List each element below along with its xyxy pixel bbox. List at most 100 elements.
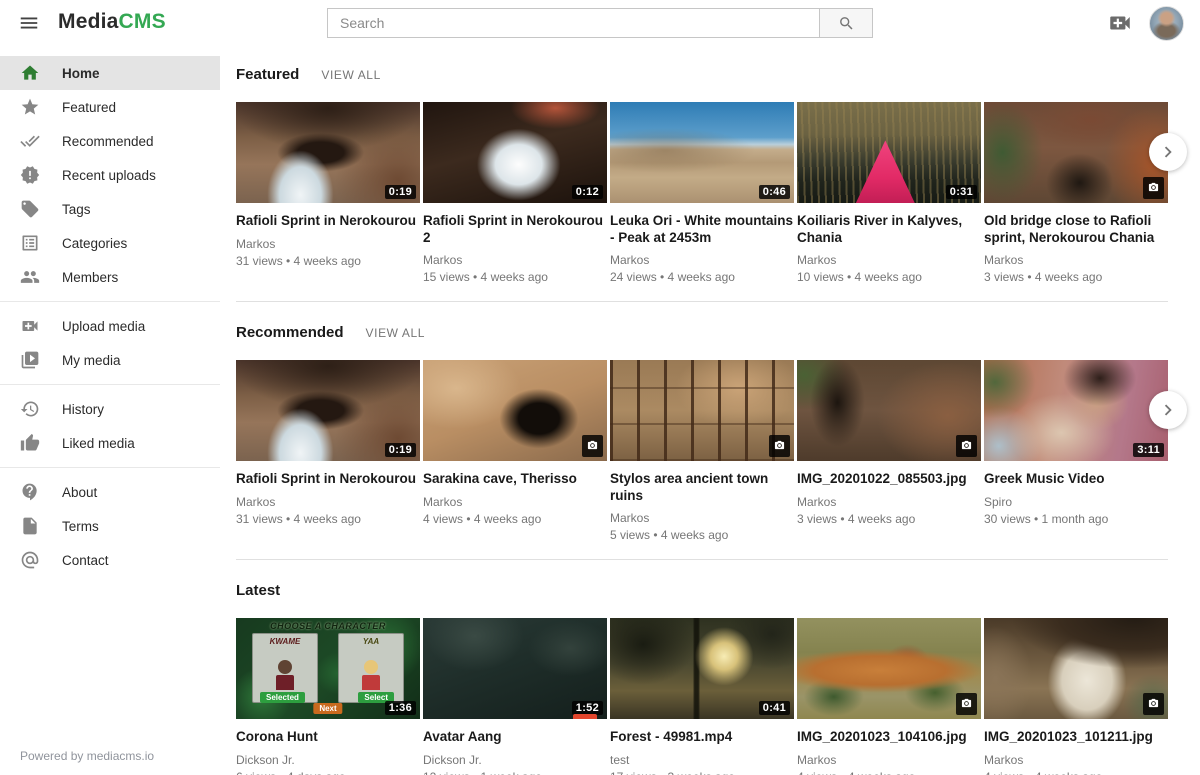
media-author[interactable]: Markos — [236, 495, 420, 509]
video-thumbnail[interactable]: 0:19 — [236, 102, 420, 203]
app-logo[interactable]: MediaCMS — [58, 10, 166, 34]
media-card[interactable]: 0:41 Forest - 49981.mp4 test 17 views • … — [610, 618, 794, 775]
media-author[interactable]: Markos — [984, 253, 1168, 267]
media-author[interactable]: Dickson Jr. — [236, 753, 420, 767]
upload-media-icon — [20, 316, 40, 336]
upload-video-icon[interactable] — [1107, 10, 1133, 36]
media-title[interactable]: Avatar Aang — [423, 729, 607, 746]
video-thumbnail[interactable]: CHOOSE A CHARACTER KWAME YAA Selected Ne… — [236, 618, 420, 719]
media-card[interactable]: 3:11 Greek Music Video Spiro 30 views • … — [984, 360, 1168, 542]
view-all-link[interactable]: VIEW ALL — [321, 68, 381, 82]
thumb-up-icon — [20, 433, 40, 453]
sidebar-item-members[interactable]: Members — [0, 260, 220, 294]
sidebar-item-about[interactable]: About — [0, 475, 220, 509]
sidebar-item-categories[interactable]: Categories — [0, 226, 220, 260]
media-title[interactable]: IMG_20201023_104106.jpg — [797, 729, 981, 746]
media-card[interactable]: 0:19 Rafioli Sprint in Nerokourou Markos… — [236, 102, 420, 284]
media-card[interactable]: 0:19 Rafioli Sprint in Nerokourou Markos… — [236, 360, 420, 542]
media-card[interactable]: Old bridge close to Rafioli sprint, Nero… — [984, 102, 1168, 284]
media-title[interactable]: Old bridge close to Rafioli sprint, Nero… — [984, 213, 1168, 246]
media-author[interactable]: Dickson Jr. — [423, 753, 607, 767]
media-title[interactable]: Corona Hunt — [236, 729, 420, 746]
photo-thumbnail[interactable] — [797, 618, 981, 719]
media-title[interactable]: Stylos area ancient town ruins — [610, 471, 794, 504]
media-card[interactable]: Sarakina cave, Therisso Markos 4 views •… — [423, 360, 607, 542]
media-card[interactable]: IMG_20201023_104106.jpg Markos 4 views •… — [797, 618, 981, 775]
photo-thumbnail[interactable] — [797, 360, 981, 461]
media-title[interactable]: Rafioli Sprint in Nerokourou — [236, 213, 420, 230]
media-title[interactable]: IMG_20201022_085503.jpg — [797, 471, 981, 488]
media-card[interactable]: Stylos area ancient town ruins Markos 5 … — [610, 360, 794, 542]
sidebar-item-featured[interactable]: Featured — [0, 90, 220, 124]
duration-badge: 0:31 — [946, 185, 977, 199]
section-title: Featured — [236, 66, 299, 83]
media-title[interactable]: Rafioli Sprint in Nerokourou 2 — [423, 213, 607, 246]
sidebar-item-label: Categories — [62, 236, 127, 251]
sidebar-item-tags[interactable]: Tags — [0, 192, 220, 226]
photo-thumbnail[interactable] — [610, 360, 794, 461]
media-author[interactable]: Spiro — [984, 495, 1168, 509]
sidebar-item-label: Featured — [62, 100, 116, 115]
sidebar-item-label: Upload media — [62, 319, 145, 334]
search-bar — [327, 8, 873, 38]
media-title[interactable]: IMG_20201023_101211.jpg — [984, 729, 1168, 746]
menu-icon[interactable] — [18, 12, 40, 34]
media-title[interactable]: Forest - 49981.mp4 — [610, 729, 794, 746]
view-all-link[interactable]: VIEW ALL — [366, 326, 426, 340]
media-card[interactable]: 0:46 Leuka Ori - White mountains - Peak … — [610, 102, 794, 284]
video-thumbnail[interactable]: 0:19 — [236, 360, 420, 461]
media-author[interactable]: Markos — [984, 753, 1168, 767]
chevron-right-icon — [1157, 399, 1179, 421]
sidebar-item-recommended[interactable]: Recommended — [0, 124, 220, 158]
sidebar-item-label: Terms — [62, 519, 99, 534]
sidebar-item-history[interactable]: History — [0, 392, 220, 426]
media-author[interactable]: Markos — [797, 753, 981, 767]
user-avatar[interactable] — [1149, 6, 1184, 41]
media-card[interactable]: 1:52 Avatar Aang Dickson Jr. 12 views • … — [423, 618, 607, 775]
media-author[interactable]: Markos — [610, 253, 794, 267]
media-author[interactable]: Markos — [423, 253, 607, 267]
photo-thumbnail[interactable] — [984, 102, 1168, 203]
media-title[interactable]: Rafioli Sprint in Nerokourou — [236, 471, 420, 488]
sidebar-item-my-media[interactable]: My media — [0, 343, 220, 377]
media-card[interactable]: IMG_20201022_085503.jpg Markos 3 views •… — [797, 360, 981, 542]
media-author[interactable]: Markos — [797, 495, 981, 509]
chevron-right-icon — [1157, 141, 1179, 163]
sidebar-item-liked-media[interactable]: Liked media — [0, 426, 220, 460]
sidebar-item-upload-media[interactable]: Upload media — [0, 309, 220, 343]
media-title[interactable]: Sarakina cave, Therisso — [423, 471, 607, 488]
search-input[interactable] — [327, 8, 820, 38]
video-thumbnail[interactable]: 0:31 — [797, 102, 981, 203]
video-thumbnail[interactable]: 0:46 — [610, 102, 794, 203]
sidebar-item-terms[interactable]: Terms — [0, 509, 220, 543]
media-title[interactable]: Greek Music Video — [984, 471, 1168, 488]
media-title[interactable]: Leuka Ori - White mountains - Peak at 24… — [610, 213, 794, 246]
video-thumbnail[interactable]: 1:52 — [423, 618, 607, 719]
media-author[interactable]: test — [610, 753, 794, 767]
sidebar-item-contact[interactable]: Contact — [0, 543, 220, 577]
media-card[interactable]: CHOOSE A CHARACTER KWAME YAA Selected Ne… — [236, 618, 420, 775]
carousel-next-button[interactable] — [1149, 391, 1187, 429]
media-card[interactable]: IMG_20201023_101211.jpg Markos 4 views •… — [984, 618, 1168, 775]
media-author[interactable]: Markos — [797, 253, 981, 267]
photo-thumbnail[interactable] — [423, 360, 607, 461]
media-author[interactable]: Markos — [236, 237, 420, 251]
video-thumbnail[interactable]: 0:12 — [423, 102, 607, 203]
sidebar-item-home[interactable]: Home — [0, 56, 220, 90]
carousel-next-button[interactable] — [1149, 133, 1187, 171]
media-author[interactable]: Markos — [610, 511, 794, 525]
photo-icon — [769, 435, 790, 457]
media-author[interactable]: Markos — [423, 495, 607, 509]
video-thumbnail[interactable]: 0:41 — [610, 618, 794, 719]
media-title[interactable]: Koiliaris River in Kalyves, Chania — [797, 213, 981, 246]
tag-icon — [20, 199, 40, 219]
main-content: Featured VIEW ALL 0:19 Rafioli Sprint in… — [220, 46, 1200, 775]
duration-badge: 0:19 — [385, 443, 416, 457]
photo-thumbnail[interactable] — [984, 618, 1168, 719]
media-card[interactable]: 0:31 Koiliaris River in Kalyves, Chania … — [797, 102, 981, 284]
video-thumbnail[interactable]: 3:11 — [984, 360, 1168, 461]
photo-icon — [956, 693, 977, 715]
search-button[interactable] — [819, 8, 873, 38]
sidebar-item-recent-uploads[interactable]: Recent uploads — [0, 158, 220, 192]
media-card[interactable]: 0:12 Rafioli Sprint in Nerokourou 2 Mark… — [423, 102, 607, 284]
